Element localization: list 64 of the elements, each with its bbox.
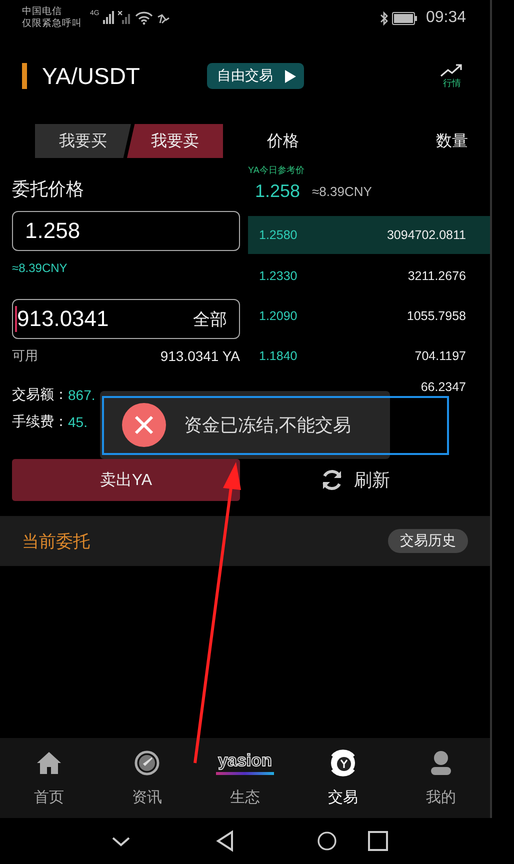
order-quantity: 3211.2676 bbox=[408, 269, 466, 283]
trade-mode-button[interactable]: 自由交易 bbox=[207, 63, 304, 89]
column-header: 价格 bbox=[267, 132, 300, 152]
reference-price-label: YA今日参考价 bbox=[248, 164, 304, 177]
clock-time: 09:34 bbox=[426, 9, 466, 27]
pair-title: YA/USDT bbox=[42, 62, 141, 90]
toast-message: 资金已冻结,不能交易 bbox=[184, 414, 352, 437]
sell-button[interactable]: 卖出YA bbox=[12, 459, 240, 501]
amount-field[interactable]: 913.0341 全部 bbox=[12, 299, 240, 339]
order-price: 1.2580 bbox=[259, 228, 298, 242]
order-price: 1.2090 bbox=[259, 309, 298, 323]
accent-bar bbox=[22, 63, 27, 89]
order-book-row[interactable]: 1.2330 3211.2676 bbox=[248, 256, 490, 296]
fee-value: 45. bbox=[68, 414, 88, 430]
error-icon bbox=[122, 403, 166, 447]
trade-amount-value: 867. bbox=[68, 387, 96, 403]
side-tab[interactable]: 我要买 bbox=[35, 124, 131, 158]
tab-bar-item[interactable]: yasion 生态 bbox=[196, 738, 294, 818]
tab-bar-item[interactable]: 交易 bbox=[294, 738, 392, 818]
column-header: 数量 bbox=[436, 132, 468, 152]
no-signal-icon bbox=[118, 11, 132, 25]
price-field[interactable]: 1.258 bbox=[12, 211, 240, 251]
play-icon bbox=[285, 70, 296, 82]
refresh-icon bbox=[320, 468, 344, 492]
person-icon bbox=[430, 750, 452, 776]
order-price: 1.1840 bbox=[259, 349, 298, 363]
tab-bar-item[interactable]: 首页 bbox=[0, 738, 98, 818]
order-quantity: 3094702.0811 bbox=[386, 228, 466, 242]
price-label: 委托价格 bbox=[12, 178, 84, 201]
section-title: 当前委托 bbox=[22, 530, 90, 552]
battery-icon bbox=[392, 12, 418, 24]
available-label: 可用 bbox=[12, 347, 38, 365]
brand-logo: yasion bbox=[216, 752, 274, 774]
coin-globe-icon bbox=[328, 748, 358, 778]
reference-cny: ≈8.39CNY bbox=[312, 184, 372, 198]
signal-icon bbox=[102, 11, 116, 25]
bluetooth-icon bbox=[378, 10, 389, 26]
carrier-note: 仅限紧急呼叫 bbox=[22, 18, 82, 30]
side-tab[interactable]: 我要卖 bbox=[127, 124, 223, 158]
tab-bar-item[interactable]: 资讯 bbox=[98, 738, 196, 818]
trend-chart-icon bbox=[440, 64, 464, 78]
order-book-row[interactable]: 1.1840 704.1197 bbox=[248, 336, 490, 376]
order-quantity: 66.2347 bbox=[420, 380, 466, 394]
order-book-row[interactable]: 1.2580 3094702.0811 bbox=[248, 216, 490, 254]
home-button-icon[interactable] bbox=[316, 830, 338, 852]
order-book-row[interactable]: 1.2090 1055.7958 bbox=[248, 296, 490, 336]
all-button[interactable]: 全部 bbox=[193, 308, 227, 330]
fee-label: 手续费： bbox=[12, 413, 68, 431]
order-price: 1.2330 bbox=[259, 269, 298, 283]
history-button[interactable]: 交易历史 bbox=[388, 529, 468, 553]
order-quantity: 1055.7958 bbox=[406, 309, 466, 323]
market-link[interactable]: 行情 bbox=[440, 64, 464, 88]
tab-bar-item[interactable]: 我的 bbox=[392, 738, 490, 818]
refresh-button[interactable]: 刷新 bbox=[248, 459, 462, 501]
trade-amount-label: 交易额： bbox=[12, 386, 68, 404]
order-quantity: 704.1197 bbox=[414, 349, 466, 363]
wifi-icon bbox=[135, 11, 154, 25]
cny-equivalent: ≈8.39CNY bbox=[12, 260, 68, 277]
reference-price: 1.258 bbox=[255, 180, 300, 202]
carrier-name: 中国电信 bbox=[22, 6, 63, 18]
compass-icon bbox=[134, 750, 160, 776]
home-icon bbox=[36, 751, 62, 775]
available-value: 913.0341 YA bbox=[160, 348, 240, 364]
order-book-row[interactable]: 66.2347 bbox=[248, 378, 490, 395]
